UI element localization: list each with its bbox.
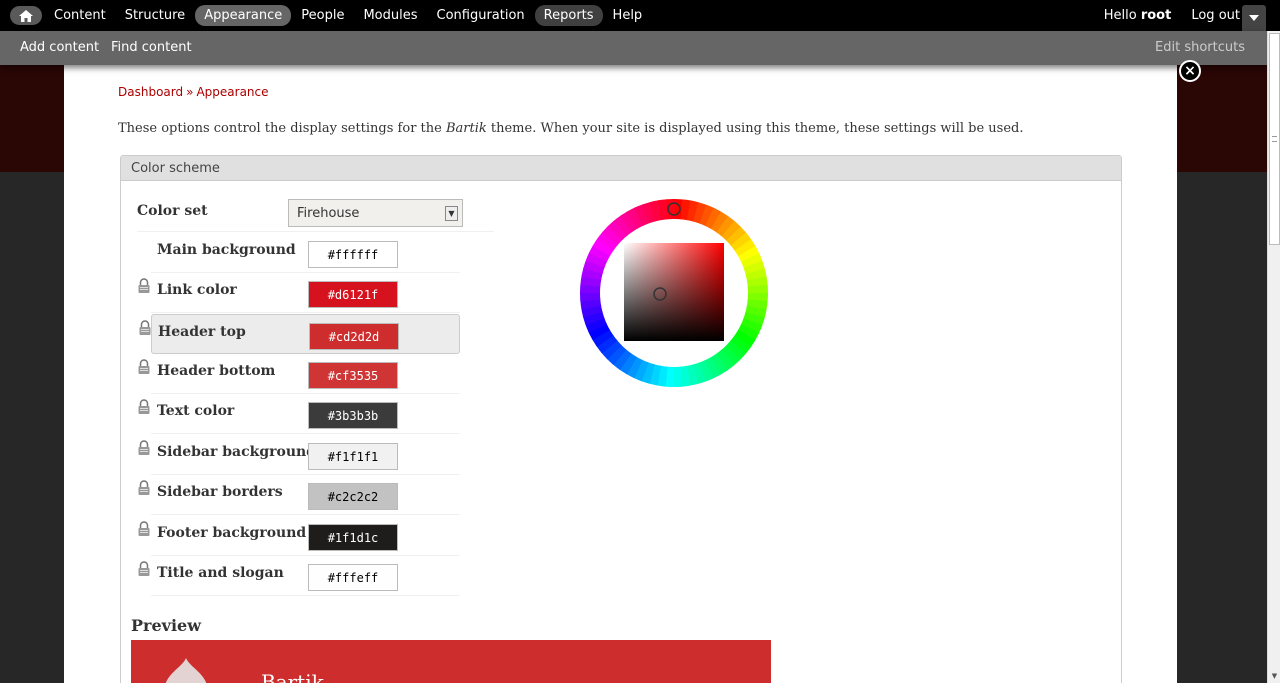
toolbar-item-modules[interactable]: Modules xyxy=(354,5,426,26)
preview-header: Bartik xyxy=(131,640,771,683)
breadcrumb: Dashboard» Appearance xyxy=(118,85,269,99)
overlay-close-button[interactable]: × xyxy=(1179,60,1201,82)
toolbar-item-appearance[interactable]: Appearance xyxy=(195,5,292,26)
username: root xyxy=(1140,8,1172,23)
breadcrumb-appearance[interactable]: Appearance xyxy=(196,85,268,99)
user-menu: Hello root Log out xyxy=(1104,0,1240,31)
color-field-label: Sidebar borders xyxy=(157,484,283,500)
color-field-label: Header top xyxy=(158,324,246,340)
color-field-input[interactable]: #c2c2c2 xyxy=(308,483,398,510)
toolbar-item-configuration[interactable]: Configuration xyxy=(428,5,534,26)
toolbar-menu: Content Structure Appearance People Modules C… xyxy=(45,0,652,31)
color-field-row: Header bottom #cf3535 xyxy=(138,354,460,394)
shortcut-add-content[interactable]: Add content xyxy=(20,40,99,55)
color-field-label: Text color xyxy=(157,403,235,419)
color-field-input[interactable]: #cf3535 xyxy=(308,362,398,389)
color-field-input[interactable]: #3b3b3b xyxy=(308,402,398,429)
lock-icon[interactable] xyxy=(137,278,151,294)
page-scrollbar[interactable]: ▼ xyxy=(1267,31,1280,683)
theme-name: Bartik xyxy=(445,121,487,136)
color-field-input[interactable]: #d6121f xyxy=(308,281,398,308)
color-scheme-legend: Color scheme xyxy=(121,156,1121,181)
lock-icon[interactable] xyxy=(138,320,152,336)
lock-icon[interactable] xyxy=(137,521,151,537)
toolbar-item-content[interactable]: Content xyxy=(45,5,115,26)
color-field-row: Sidebar borders #c2c2c2 xyxy=(138,475,460,515)
dropdown-arrow-icon: ▼ xyxy=(445,206,458,221)
color-field-row: Header top #cd2d2d xyxy=(139,314,460,354)
color-field-row: Sidebar background #f1f1f1 xyxy=(138,435,460,475)
color-set-row: Color set Firehouse ▼ xyxy=(137,196,494,232)
drupal-logo-icon xyxy=(165,658,207,683)
shortcuts-toggle[interactable] xyxy=(1242,5,1266,31)
toolbar-item-reports[interactable]: Reports xyxy=(534,5,603,26)
edit-shortcuts-link[interactable]: Edit shortcuts xyxy=(1155,40,1245,55)
color-field-input[interactable]: #fffeff xyxy=(308,564,398,591)
color-field-row: Main background #ffffff xyxy=(151,233,460,273)
lock-icon[interactable] xyxy=(137,359,151,375)
user-greeting: Hello root xyxy=(1103,8,1172,23)
color-field-row: Footer background #1f1d1c xyxy=(138,516,460,556)
color-field-label: Header bottom xyxy=(157,363,276,379)
color-field-label: Main background xyxy=(157,242,296,258)
toolbar-item-structure[interactable]: Structure xyxy=(116,5,194,26)
shortcut-find-content[interactable]: Find content xyxy=(111,40,192,55)
color-set-value: Firehouse xyxy=(297,206,360,221)
color-field-label: Link color xyxy=(157,282,237,298)
close-icon: × xyxy=(1184,63,1196,79)
color-scheme-fieldset: Color scheme Color set Firehouse ▼ Main … xyxy=(120,155,1122,683)
chevron-down-icon xyxy=(1249,15,1259,21)
shortcuts-bar: Add content Find content Edit shortcuts xyxy=(0,31,1267,65)
breadcrumb-dashboard[interactable]: Dashboard xyxy=(118,85,183,99)
color-wheel[interactable] xyxy=(577,196,771,390)
preview-site-name: Bartik xyxy=(261,670,324,683)
color-set-label: Color set xyxy=(137,203,208,219)
color-set-select[interactable]: Firehouse ▼ xyxy=(288,199,463,227)
color-field-row: Title and slogan #fffeff xyxy=(138,556,460,596)
color-field-label: Title and slogan xyxy=(157,565,284,581)
color-field-input[interactable]: #1f1d1c xyxy=(308,524,398,551)
color-field-input[interactable]: #ffffff xyxy=(308,241,398,268)
lock-icon[interactable] xyxy=(137,440,151,456)
toolbar-item-help[interactable]: Help xyxy=(604,5,652,26)
home-button[interactable] xyxy=(10,6,42,25)
color-field-row: Link color #d6121f xyxy=(138,273,460,313)
home-icon xyxy=(19,9,33,22)
lock-icon[interactable] xyxy=(137,480,151,496)
scrollbar-thumb[interactable] xyxy=(1269,33,1280,245)
logout-link[interactable]: Log out xyxy=(1191,8,1240,23)
color-field-label: Footer background xyxy=(157,525,307,541)
scroll-down-icon[interactable]: ▼ xyxy=(1269,670,1280,681)
breadcrumb-separator: » xyxy=(186,85,194,99)
lock-icon[interactable] xyxy=(137,399,151,415)
color-field-input[interactable]: #f1f1f1 xyxy=(308,443,398,470)
overlay-content: Dashboard» Appearance These options contr… xyxy=(64,65,1177,683)
toolbar-item-people[interactable]: People xyxy=(292,5,353,26)
admin-toolbar: Content Structure Appearance People Modules C… xyxy=(0,0,1280,31)
intro-text: These options control the display settin… xyxy=(118,121,1024,136)
preview-title: Preview xyxy=(131,616,201,635)
lock-icon[interactable] xyxy=(137,561,151,577)
color-field-input[interactable]: #cd2d2d xyxy=(309,323,399,350)
color-field-row: Text color #3b3b3b xyxy=(138,394,460,434)
color-field-label: Sidebar background xyxy=(157,444,316,460)
